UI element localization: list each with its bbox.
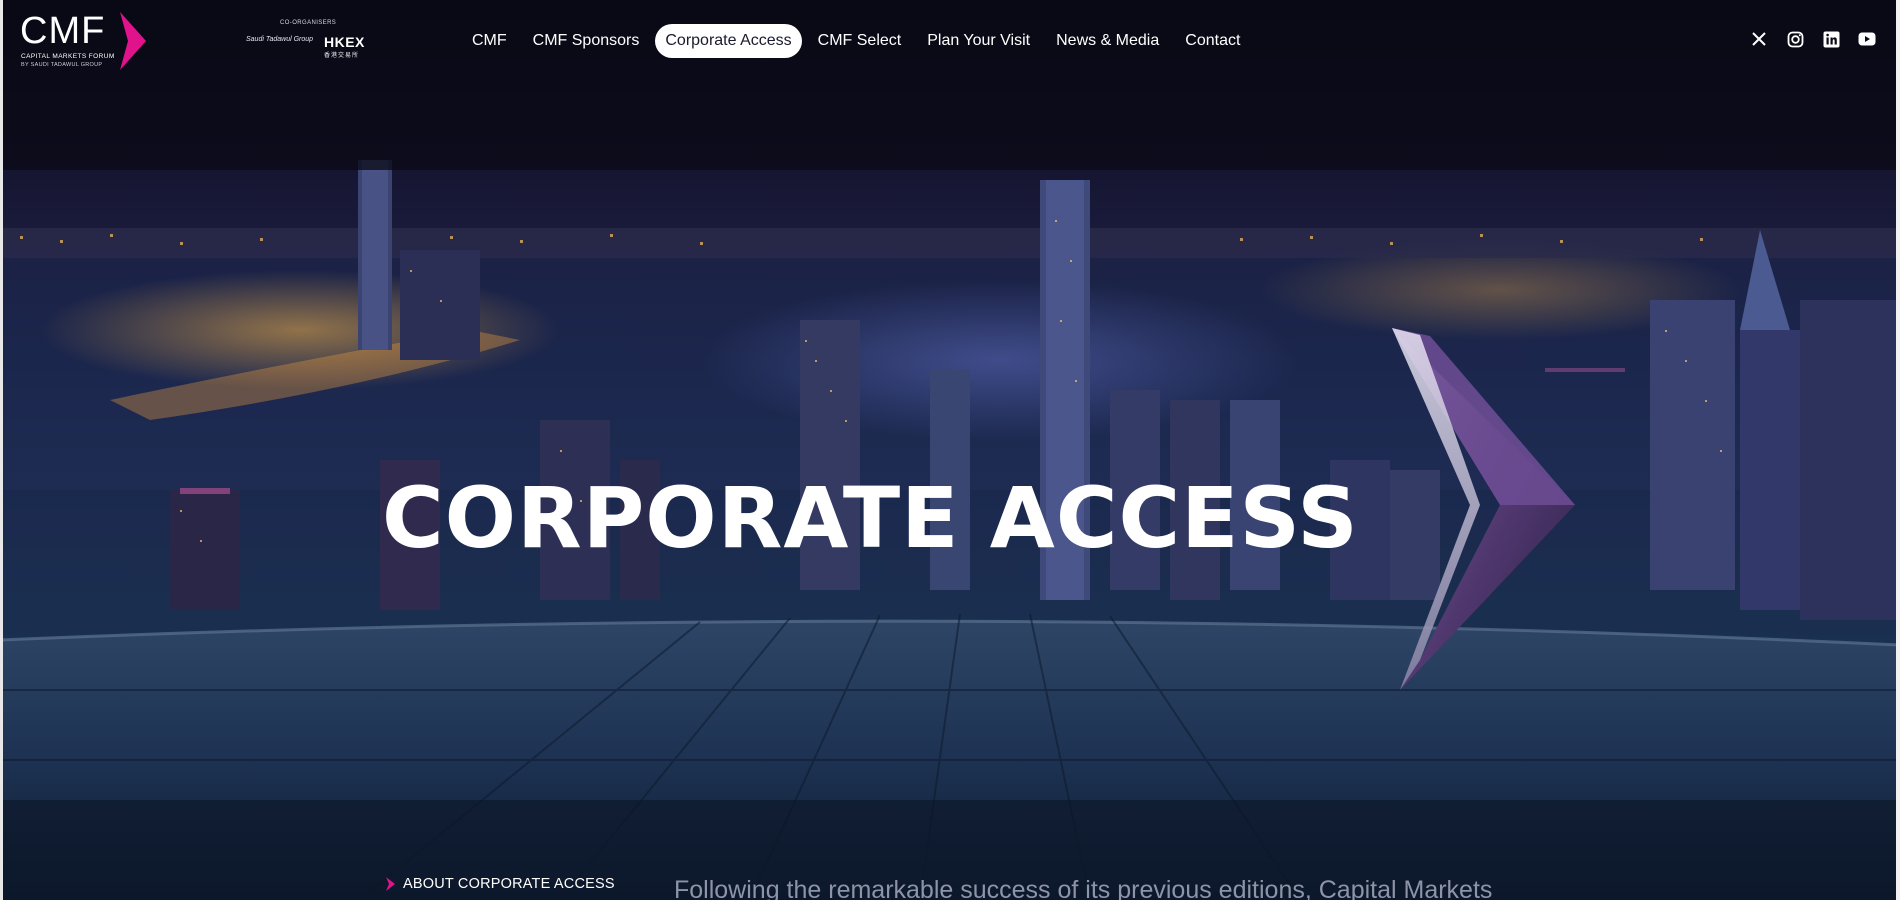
instagram-icon[interactable] bbox=[1786, 30, 1804, 48]
page-edge-left bbox=[0, 0, 3, 900]
logo-text: CMF bbox=[20, 10, 106, 52]
nav-item-contact[interactable]: Contact bbox=[1175, 24, 1250, 58]
nav-item-cmf-sponsors[interactable]: CMF Sponsors bbox=[523, 24, 650, 58]
nav-item-corporate-access[interactable]: Corporate Access bbox=[655, 24, 802, 58]
hkex-logo: HKEX bbox=[324, 34, 365, 50]
x-icon[interactable] bbox=[1750, 30, 1768, 48]
logo-subtitle: CAPITAL MARKETS FORUM bbox=[21, 53, 115, 60]
nav-item-cmf[interactable]: CMF bbox=[462, 24, 517, 58]
youtube-icon[interactable] bbox=[1858, 30, 1876, 48]
section-label: ABOUT CORPORATE ACCESS bbox=[386, 876, 615, 892]
site-header: CMF CAPITAL MARKETS FORUM BY SAUDI TADAW… bbox=[0, 0, 1900, 84]
logo-tagline: BY SAUDI TADAWUL GROUP bbox=[21, 62, 103, 68]
page-title: CORPORATE ACCESS bbox=[382, 469, 1359, 567]
linkedin-icon[interactable] bbox=[1822, 30, 1840, 48]
city-skyline-background bbox=[0, 0, 1900, 900]
coorganisers-logos: CO-ORGANISERS Saudi Tadawul Group HKEX 香… bbox=[242, 20, 372, 60]
coorganisers-label: CO-ORGANISERS bbox=[280, 20, 337, 26]
main-nav: CMF CMF Sponsors Corporate Access CMF Se… bbox=[462, 23, 1250, 59]
nav-item-cmf-select[interactable]: CMF Select bbox=[808, 24, 912, 58]
nav-item-plan-your-visit[interactable]: Plan Your Visit bbox=[917, 24, 1040, 58]
saudi-tadawul-logo: Saudi Tadawul Group bbox=[246, 36, 314, 43]
cmf-logo[interactable]: CMF CAPITAL MARKETS FORUM BY SAUDI TADAW… bbox=[20, 10, 150, 72]
hero-banner bbox=[0, 0, 1900, 900]
intro-text: Following the remarkable success of its … bbox=[674, 876, 1493, 900]
scrollbar-track[interactable] bbox=[1896, 0, 1900, 900]
chevron-right-icon bbox=[386, 877, 395, 891]
social-links bbox=[1750, 30, 1876, 48]
section-label-text: ABOUT CORPORATE ACCESS bbox=[403, 876, 615, 892]
chevron-logo-icon bbox=[120, 12, 146, 70]
hkex-logo-sub: 香港交易所 bbox=[324, 53, 360, 59]
nav-item-news-media[interactable]: News & Media bbox=[1046, 24, 1169, 58]
